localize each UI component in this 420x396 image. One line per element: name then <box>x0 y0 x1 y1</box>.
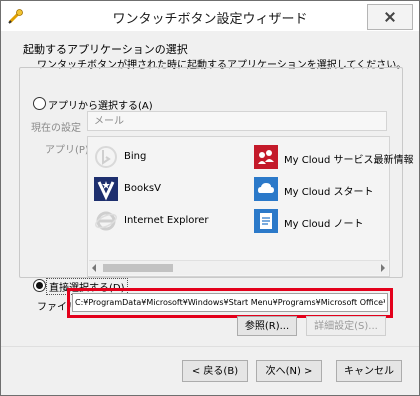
direct-select-radio[interactable] <box>33 279 46 292</box>
bing-icon <box>95 146 117 168</box>
scroll-right-icon[interactable] <box>381 264 385 272</box>
cancel-button[interactable]: キャンセル <box>336 360 402 382</box>
app-name: My Cloud サービス最新情報 <box>284 155 414 166</box>
advanced-settings-button[interactable]: 詳細設定(S)... <box>306 316 386 336</box>
current-setting-field: メール <box>87 111 387 131</box>
app-name: My Cloud スタート <box>284 187 374 198</box>
app-name: BooksV <box>124 183 161 194</box>
my-cloud-note-icon <box>254 209 278 233</box>
next-button[interactable]: 次へ(N) > <box>256 360 322 382</box>
app-list[interactable]: Bing My Cloud サービス最新情報 BooksV My Cloud ス… <box>87 136 413 277</box>
page-heading: 起動するアプリケーションの選択 <box>23 43 188 56</box>
app-select-radio[interactable] <box>33 97 46 110</box>
app-name: Bing <box>124 151 147 162</box>
horizontal-scrollbar[interactable] <box>89 260 388 275</box>
browse-button[interactable]: 参照(R)... <box>237 316 297 336</box>
back-button[interactable]: < 戻る(B) <box>182 360 248 382</box>
app-name: Internet Explorer <box>124 215 209 226</box>
my-cloud-start-icon <box>254 177 278 201</box>
current-setting-label: 現在の設定 <box>31 123 81 134</box>
wizard-window: ワンタッチボタン設定ウィザード 起動するアプリケーションの選択 ワンタッチボタン… <box>0 0 420 396</box>
app-select-label[interactable]: アプリから選択する(A) <box>46 97 155 112</box>
app-name: My Cloud ノート <box>284 219 364 230</box>
internet-explorer-icon <box>95 211 117 231</box>
scroll-left-icon[interactable] <box>92 264 96 272</box>
my-cloud-news-icon <box>254 145 278 169</box>
close-button[interactable] <box>367 4 413 30</box>
title-bar[interactable]: ワンタッチボタン設定ウィザード <box>1 1 419 31</box>
booksv-icon <box>94 177 118 201</box>
file-path-input[interactable] <box>72 293 388 312</box>
scroll-thumb[interactable] <box>103 264 173 272</box>
window-title: ワンタッチボタン設定ウィザード <box>112 12 308 27</box>
apps-label: アプリ(P): <box>45 145 93 156</box>
